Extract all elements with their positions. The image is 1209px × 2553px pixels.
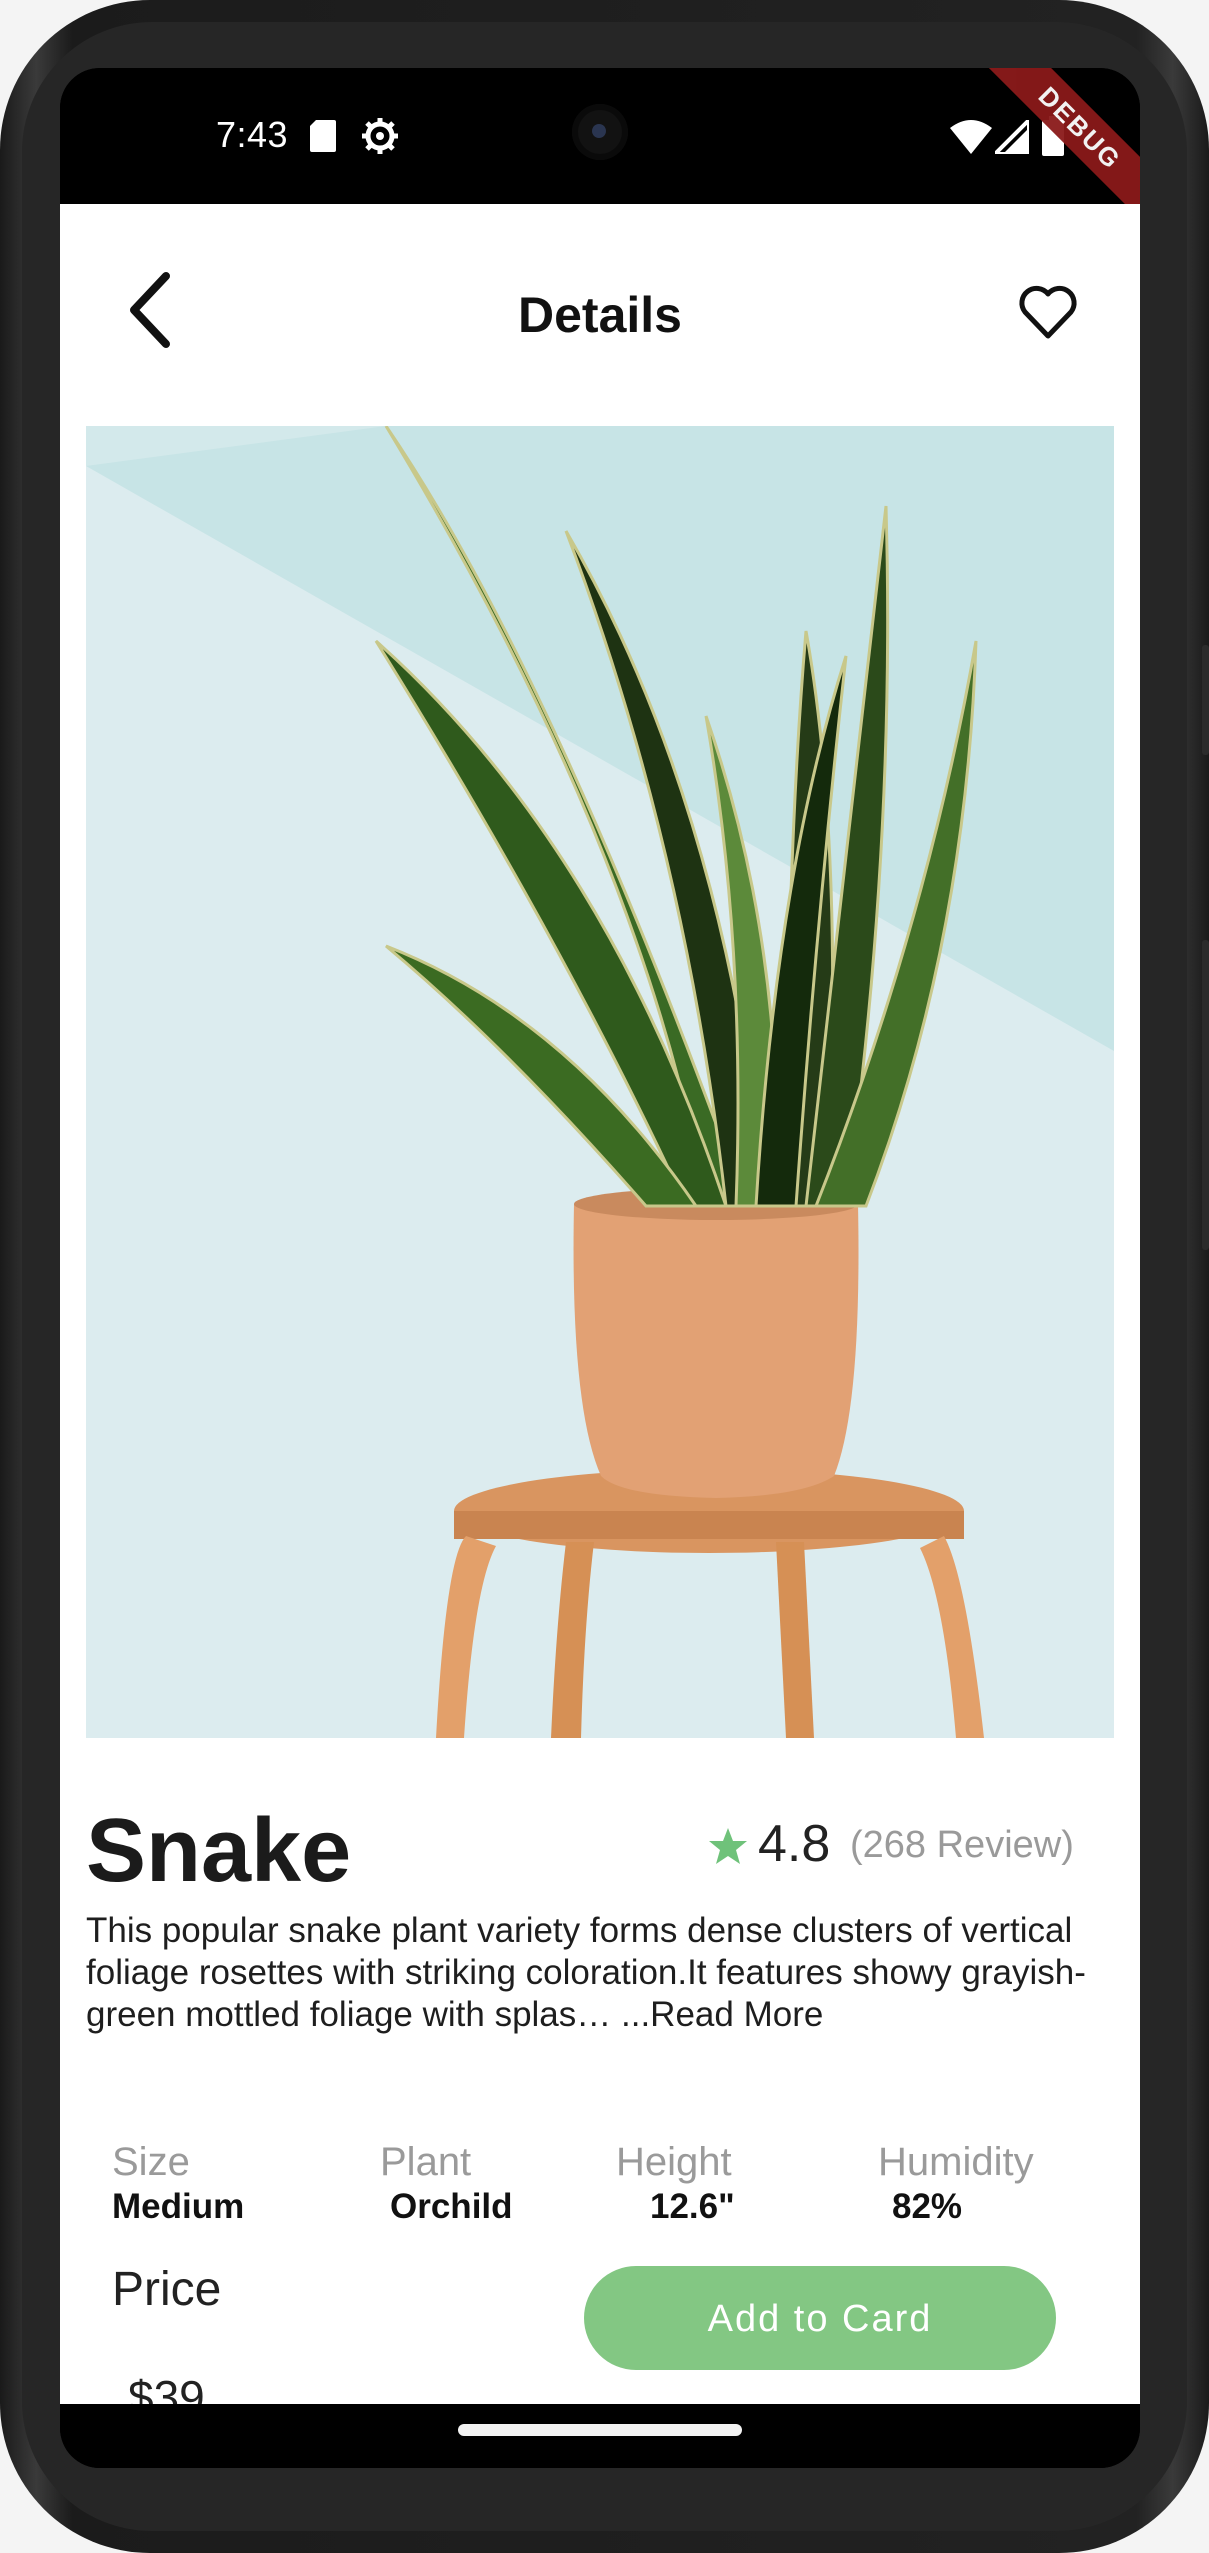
- spec-label: Humidity: [878, 2140, 1034, 2184]
- wifi-icon: [950, 120, 992, 154]
- spec-label: Size: [112, 2140, 190, 2184]
- status-time: 7:43: [216, 114, 289, 155]
- page-title: Details: [518, 287, 682, 343]
- spec-value: 12.6": [650, 2187, 735, 2226]
- add-to-cart-button[interactable]: Add to Card: [584, 2266, 1056, 2370]
- signal-icon: [995, 120, 1029, 154]
- star-icon: [709, 1828, 747, 1864]
- status-bar: 7:43 DEBUG: [60, 68, 1140, 229]
- snake-plant-illustration: [86, 426, 1114, 1738]
- spec-humidity: Humidity 82%: [878, 2140, 1034, 2227]
- product-name: Snake: [86, 1801, 352, 1901]
- rating-value: 4.8: [758, 1815, 831, 1873]
- spec-value: 82%: [892, 2187, 963, 2226]
- home-gesture-handle[interactable]: [458, 2424, 742, 2436]
- details-page: Details Snake 4.8 (268 Review) This popu…: [60, 204, 1140, 2423]
- read-more-link[interactable]: ...Read More: [611, 1995, 823, 2034]
- price-label: Price: [112, 2263, 222, 2316]
- navigation-bar: [60, 2404, 1140, 2468]
- product-image: [86, 426, 1114, 1738]
- volume-button: [1202, 940, 1209, 1250]
- spec-plant: Plant Orchild: [380, 2140, 513, 2227]
- spec-height: Height 12.6": [616, 2140, 735, 2227]
- front-camera: [572, 104, 628, 160]
- side-button: [1202, 645, 1209, 755]
- spec-value: Medium: [112, 2187, 245, 2226]
- product-description: This popular snake plant variety forms d…: [86, 1910, 1114, 2036]
- screen: 7:43 DEBUG Details Snake 4.8 (268 Review…: [60, 68, 1140, 2468]
- spec-value: Orchild: [390, 2187, 513, 2226]
- settings-gear-icon: [362, 118, 398, 154]
- review-count[interactable]: (268 Review): [850, 1824, 1074, 1867]
- spec-size: Size Medium: [112, 2140, 244, 2227]
- favorite-heart-icon[interactable]: [1018, 284, 1078, 340]
- sd-card-icon: [310, 120, 336, 152]
- spec-label: Plant: [380, 2140, 472, 2184]
- description-text: This popular snake plant variety forms d…: [86, 1911, 1086, 2034]
- spec-label: Height: [616, 2140, 732, 2184]
